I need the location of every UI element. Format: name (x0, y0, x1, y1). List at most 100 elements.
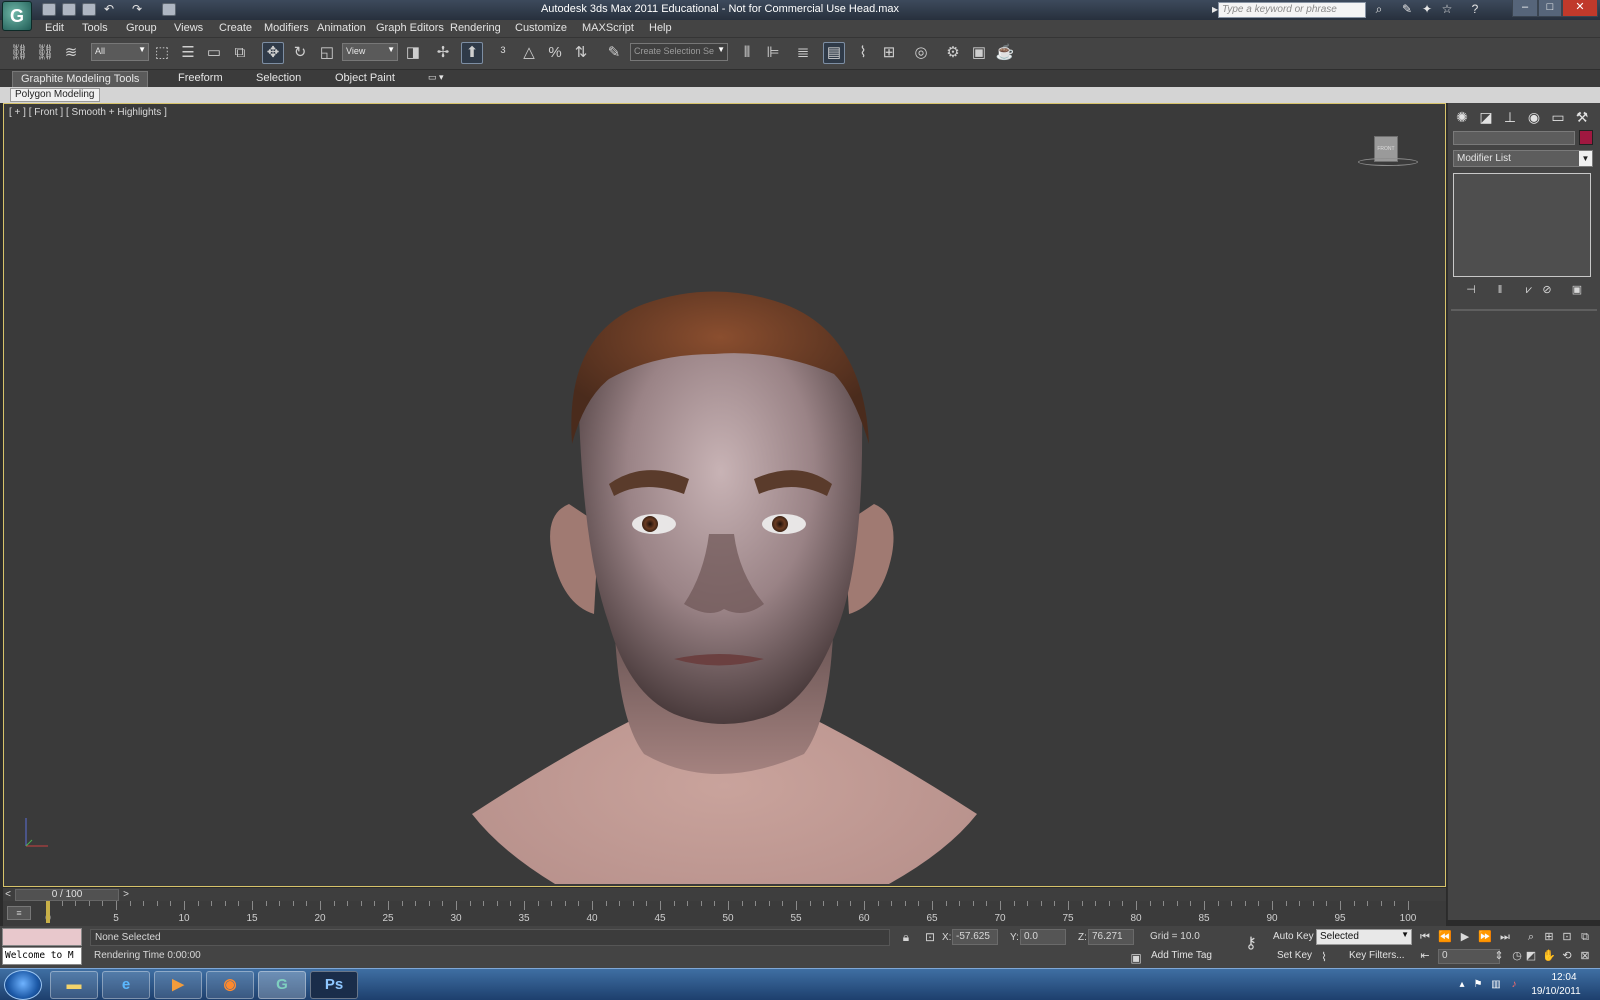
tab-freeform[interactable]: Freeform (170, 71, 231, 87)
frame-ruler[interactable]: 0510152025303540455055606570758085909510… (43, 901, 1416, 926)
menu-help[interactable]: Help (649, 22, 672, 34)
z-coordinate-field[interactable]: 76.271 (1088, 929, 1134, 945)
menu-modifiers[interactable]: Modifiers (264, 22, 309, 34)
menu-rendering[interactable]: Rendering (450, 22, 501, 34)
set-key-button[interactable]: Set Key (1274, 948, 1315, 965)
current-frame-marker[interactable] (46, 901, 50, 923)
help-icon[interactable]: ? (1468, 3, 1482, 16)
search-input[interactable]: Type a keyword or phrase (1218, 2, 1366, 18)
time-tag-icon[interactable]: ▣ (1128, 950, 1144, 966)
graphite-modeling-toggle-icon[interactable]: ▤ (823, 42, 845, 64)
photoshop-icon[interactable]: Ps (310, 971, 358, 999)
percent-snap-icon[interactable]: % (544, 42, 566, 64)
menu-animation[interactable]: Animation (317, 22, 366, 34)
render-production-teapot-icon[interactable]: ☕ (994, 42, 1016, 64)
mini-curve-editor-icon[interactable]: ≡ (7, 906, 31, 920)
configure-modifier-sets-icon[interactable]: ▣ (1568, 282, 1586, 298)
favorites-icon[interactable]: ☆ (1440, 3, 1454, 16)
maximize-button[interactable]: □ (1538, 0, 1562, 17)
align-icon[interactable]: ⊫ (762, 42, 784, 64)
time-slider-thumb[interactable]: 0 / 100 (15, 889, 119, 901)
material-editor-icon[interactable]: ◎ (910, 42, 932, 64)
pin-stack-icon[interactable]: ⊣ (1462, 282, 1480, 298)
tab-object-paint[interactable]: Object Paint (327, 71, 403, 87)
maxscript-mini-listener[interactable] (2, 928, 82, 946)
x-coordinate-field[interactable]: -57.625 (952, 929, 998, 945)
menu-maxscript[interactable]: MAXScript (582, 22, 634, 34)
3ds-max-taskbar-icon[interactable]: G (258, 971, 306, 999)
angle-snap-icon[interactable]: △ (518, 42, 540, 64)
absolute-offset-mode-icon[interactable]: ⊡ (922, 929, 938, 945)
zoom-extents-all-icon[interactable]: ⧉ (1576, 929, 1594, 945)
mirror-icon[interactable]: ⫴ (736, 42, 758, 64)
object-color-swatch[interactable] (1579, 130, 1593, 145)
zoom-all-icon[interactable]: ⊞ (1540, 929, 1558, 945)
clock-date[interactable]: 19/10/2011 (1524, 986, 1588, 997)
default-tangent-icon[interactable]: ⌇ (1316, 949, 1332, 965)
selection-lock-icon[interactable]: 🔒︎ (898, 929, 914, 945)
internet-explorer-icon[interactable]: e (102, 971, 150, 999)
y-coordinate-field[interactable]: 0.0 (1020, 929, 1066, 945)
maximize-viewport-icon[interactable]: ⊠ (1576, 948, 1594, 964)
tab-selection[interactable]: Selection (248, 71, 309, 87)
key-filters-button[interactable]: Key Filters... (1346, 948, 1408, 965)
keyboard-shortcut-override-icon[interactable]: ⬆ (461, 42, 483, 64)
utilities-tab-icon[interactable]: ⚒ (1572, 107, 1592, 127)
remove-modifier-icon[interactable]: ⊘ (1538, 282, 1556, 298)
menu-graph-editors[interactable]: Graph Editors (376, 22, 444, 34)
app-logo-button[interactable]: G (2, 1, 32, 31)
minimize-button[interactable]: – (1512, 0, 1538, 17)
snaps-toggle-icon[interactable]: ³ (492, 42, 514, 64)
ribbon-options-icon[interactable]: ▭ ▾ (420, 71, 452, 87)
layer-manager-icon[interactable]: ≣ (792, 42, 814, 64)
motion-tab-icon[interactable]: ◉ (1524, 107, 1544, 127)
menu-customize[interactable]: Customize (515, 22, 567, 34)
windows-explorer-icon[interactable]: ▬ (50, 971, 98, 999)
save-file-icon[interactable] (82, 3, 96, 16)
next-frame-icon[interactable]: ⏩ (1476, 929, 1494, 945)
new-file-icon[interactable] (42, 3, 56, 16)
frame-spinner-icon[interactable]: ⇕ (1490, 948, 1508, 964)
schematic-view-icon[interactable]: ⊞ (878, 42, 900, 64)
maxscript-listener-output[interactable]: Welcome to M (2, 947, 82, 965)
tab-graphite-modeling-tools[interactable]: Graphite Modeling Tools (12, 71, 149, 87)
menu-group[interactable]: Group (126, 22, 157, 34)
modify-tab-icon[interactable]: ◪ (1476, 107, 1496, 127)
selection-filter-dropdown[interactable]: All ▼ (91, 43, 149, 61)
add-time-tag-button[interactable]: Add Time Tag (1148, 948, 1215, 965)
show-end-result-icon[interactable]: ‖ (1491, 282, 1509, 298)
firefox-icon[interactable]: ◉ (206, 971, 254, 999)
select-and-manipulate-icon[interactable]: ✢ (432, 42, 454, 64)
select-and-link-icon[interactable]: ⛓ (8, 42, 30, 64)
tray-flag-icon[interactable]: ⚑ (1472, 979, 1484, 991)
curve-editor-icon[interactable]: ⌇ (852, 42, 874, 64)
media-player-icon[interactable]: ▶ (154, 971, 202, 999)
modifier-stack[interactable] (1453, 173, 1591, 277)
select-by-name-icon[interactable]: ☰ (177, 42, 199, 64)
named-selection-sets-dropdown[interactable]: Create Selection Se ▼ (630, 43, 728, 61)
rendered-frame-window-icon[interactable]: ▣ (968, 42, 990, 64)
pan-view-icon[interactable]: ✋ (1540, 948, 1558, 964)
tray-volume-icon[interactable]: ♪ (1508, 979, 1520, 991)
select-and-move-icon[interactable]: ✥ (262, 42, 284, 64)
window-crossing-icon[interactable]: ⧉ (229, 42, 251, 64)
select-and-scale-icon[interactable]: ◱ (316, 42, 338, 64)
subscription-icon[interactable]: ✎ (1400, 3, 1414, 16)
open-file-icon[interactable] (62, 3, 76, 16)
tray-network-icon[interactable]: ▥ (1490, 979, 1502, 991)
zoom-icon[interactable]: ⌕ (1522, 929, 1540, 945)
edit-named-selection-icon[interactable]: ✎ (603, 42, 625, 64)
orbit-icon[interactable]: ⟲ (1558, 948, 1576, 964)
object-name-field[interactable] (1453, 131, 1575, 145)
time-slider-prev-icon[interactable]: < (3, 888, 13, 902)
polygon-modeling-panel-button[interactable]: Polygon Modeling (10, 88, 100, 102)
front-viewport[interactable]: [ + ] [ Front ] [ Smooth + Highlights ] … (3, 103, 1446, 887)
project-folder-icon[interactable] (162, 3, 176, 16)
menu-tools[interactable]: Tools (82, 22, 108, 34)
hierarchy-tab-icon[interactable]: ⊥ (1500, 107, 1520, 127)
key-mode-toggle-icon[interactable]: ⇤ (1416, 948, 1434, 964)
binoculars-icon[interactable]: ⌕ (1372, 3, 1386, 16)
field-of-view-icon[interactable]: ◩ (1522, 948, 1540, 964)
time-slider[interactable]: < 0 / 100 > (3, 887, 1446, 901)
time-slider-next-icon[interactable]: > (121, 888, 131, 902)
